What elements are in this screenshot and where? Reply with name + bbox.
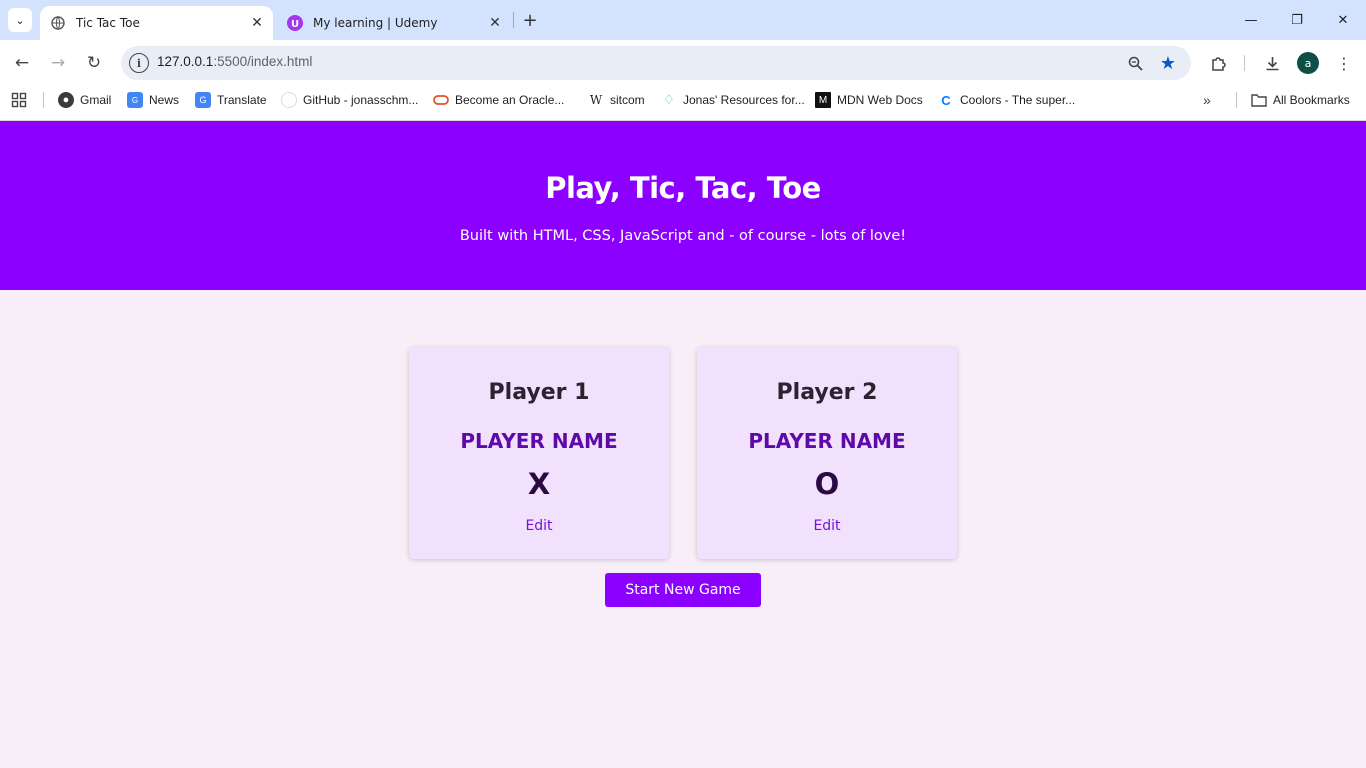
bookmark-coolors[interactable]: C Coolors - The super... (938, 90, 1075, 110)
bookmark-label: Become an Oracle... (455, 93, 565, 107)
toolbar-separator (1244, 55, 1245, 71)
player-name: PLAYER NAME (460, 429, 618, 453)
globe-icon: ● (58, 92, 74, 108)
edit-player-1-button[interactable]: Edit (409, 518, 669, 534)
extensions-icon[interactable] (1204, 49, 1232, 77)
tab-separator (513, 12, 514, 28)
tab-title: My learning | Udemy (313, 16, 438, 30)
start-new-game-button[interactable]: Start New Game (605, 573, 761, 607)
player-symbol: O (814, 467, 840, 501)
tab-title: Tic Tac Toe (76, 16, 140, 30)
close-tab-icon[interactable]: ✕ (485, 13, 505, 33)
folder-icon (1251, 92, 1267, 108)
diamond-icon: ♢ (663, 92, 675, 107)
browser-toolbar: ← → ↻ i 127.0.0.1:5500/index.html ★ a ⋮ (0, 40, 1366, 86)
more-bookmarks-icon[interactable]: » (1203, 90, 1211, 110)
chevron-down-icon: ⌄ (15, 13, 25, 27)
bookmark-label: News (149, 93, 180, 107)
profile-avatar[interactable]: a (1297, 52, 1319, 74)
bookmark-mdn[interactable]: M MDN Web Docs (815, 90, 923, 110)
bookmark-label: Gmail (80, 93, 112, 107)
bookmarks-separator (43, 92, 44, 108)
svg-text:U: U (291, 19, 299, 30)
all-bookmarks-folder[interactable]: All Bookmarks (1251, 90, 1350, 110)
bookmark-label: GitHub - jonasschm... (303, 93, 419, 107)
address-bar[interactable]: i 127.0.0.1:5500/index.html ★ (121, 46, 1191, 80)
toolbar-divider (0, 114, 1366, 121)
player-2-card: Player 2 PLAYER NAME O Edit (697, 347, 957, 559)
bookmark-gmail[interactable]: ● Gmail (58, 90, 111, 110)
wikipedia-icon: W (589, 93, 603, 107)
globe-icon (50, 15, 66, 31)
page-header: Play, Tic, Tac, Toe Built with HTML, CSS… (0, 121, 1366, 290)
page-title: Play, Tic, Tac, Toe (545, 171, 821, 205)
edit-player-2-button[interactable]: Edit (697, 518, 957, 534)
player-1-card: Player 1 PLAYER NAME X Edit (409, 347, 669, 559)
bookmark-label: sitcom (610, 93, 645, 107)
browser-tab-strip: ⌄ Tic Tac Toe ✕ U My learning | Udemy ✕ … (0, 0, 1366, 40)
udemy-icon: U (287, 15, 303, 31)
mdn-icon: M (815, 92, 831, 108)
bookmark-label: Jonas' Resources for... (683, 93, 805, 107)
all-bookmarks-label: All Bookmarks (1273, 93, 1350, 107)
apps-grid-icon[interactable] (11, 90, 27, 110)
player-symbol: X (527, 467, 551, 501)
menu-kebab-icon[interactable]: ⋮ (1330, 49, 1358, 77)
oracle-icon (433, 92, 449, 108)
new-tab-icon[interactable]: + (518, 8, 542, 32)
bookmark-label: MDN Web Docs (837, 93, 923, 107)
translate-icon: G (195, 92, 211, 108)
bookmarks-bar: ● Gmail G News G Translate GitHub - jona… (0, 86, 1366, 114)
reload-icon[interactable]: ↻ (80, 49, 108, 77)
page-content: Play, Tic, Tac, Toe Built with HTML, CSS… (0, 121, 1366, 768)
bookmark-news[interactable]: G News (127, 90, 179, 110)
coolors-icon: C (941, 92, 951, 108)
page-subtitle: Built with HTML, CSS, JavaScript and - o… (459, 228, 907, 244)
zoom-icon[interactable] (1124, 52, 1146, 74)
news-icon: G (127, 92, 143, 108)
url-path: :5500/index.html (213, 54, 313, 69)
site-info-icon[interactable]: i (129, 53, 149, 73)
player-title: Player 2 (776, 380, 878, 405)
bookmark-github[interactable]: GitHub - jonasschm... (281, 90, 418, 110)
restore-icon[interactable]: ❐ (1274, 4, 1320, 36)
bookmark-label: Translate (217, 93, 267, 107)
bookmark-translate[interactable]: G Translate (195, 90, 267, 110)
bookmark-jonas-resources[interactable]: ♢ Jonas' Resources for... (661, 90, 805, 110)
player-name: PLAYER NAME (748, 429, 906, 453)
bookmark-sitcom[interactable]: W sitcom (588, 90, 645, 110)
github-icon (281, 92, 297, 108)
bookmark-star-icon[interactable]: ★ (1156, 51, 1180, 75)
close-window-icon[interactable]: ✕ (1320, 4, 1366, 36)
tab-search-button[interactable]: ⌄ (8, 8, 32, 32)
url-text: 127.0.0.1:5500/index.html (157, 54, 312, 69)
minimize-icon[interactable]: — (1228, 4, 1274, 36)
url-host: 127.0.0.1 (157, 54, 214, 69)
download-icon[interactable] (1258, 49, 1286, 77)
tab-udemy[interactable]: U My learning | Udemy ✕ (277, 6, 511, 40)
bookmark-oracle[interactable]: Become an Oracle... (433, 90, 564, 110)
close-tab-icon[interactable]: ✕ (247, 13, 267, 33)
bookmark-label: Coolors - The super... (960, 93, 1076, 107)
bookmarks-separator (1236, 92, 1237, 108)
forward-icon[interactable]: → (44, 49, 72, 77)
back-icon[interactable]: ← (8, 49, 36, 77)
tab-tic-tac-toe[interactable]: Tic Tac Toe ✕ (40, 6, 273, 40)
player-title: Player 1 (488, 380, 590, 405)
